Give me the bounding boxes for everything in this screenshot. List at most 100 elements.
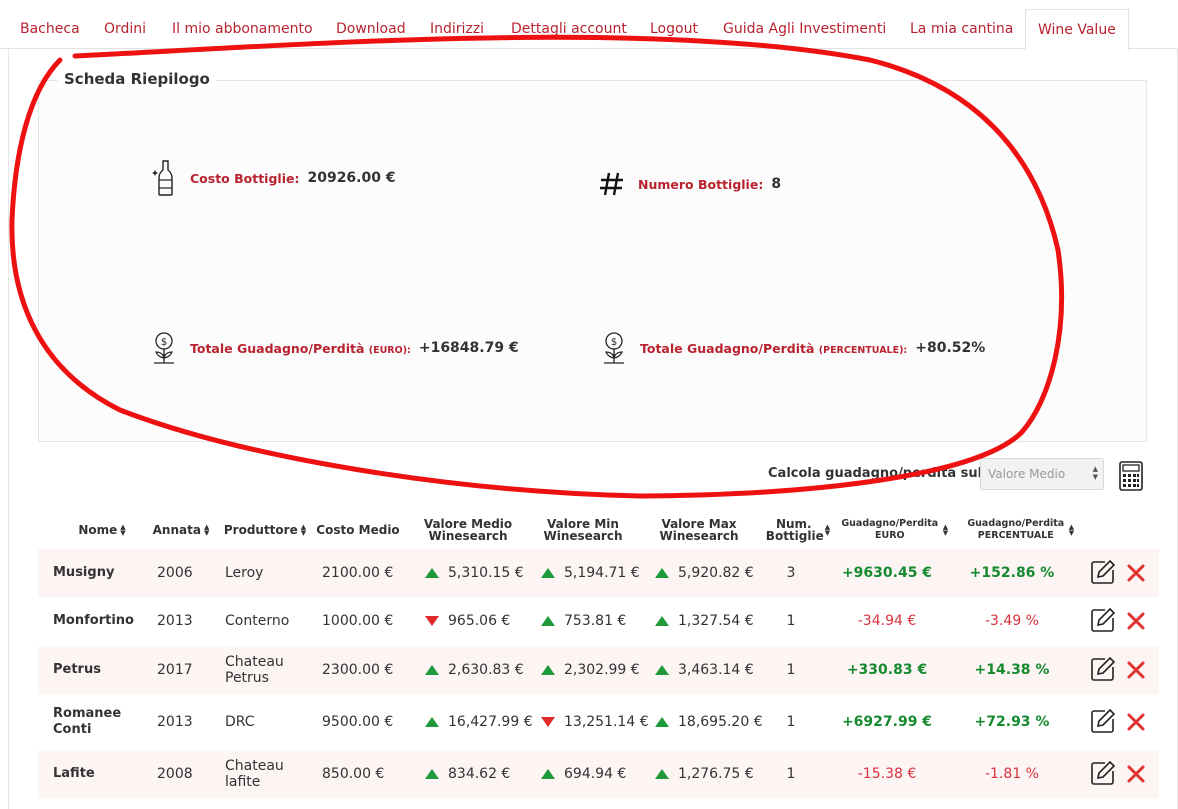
wine-bottle-icon: [150, 160, 178, 196]
wine-valore-max: 1,327.54 €: [655, 597, 754, 645]
tab-logout[interactable]: Logout: [650, 0, 698, 48]
sort-icon[interactable]: ▲ ▼: [943, 524, 948, 537]
wine-annata: 2006: [157, 565, 193, 581]
sort-icon[interactable]: ▲ ▼: [301, 524, 306, 537]
table-row: Musigny 2006 Leroy 2100.00 € 5,310.15 € 5,194…: [38, 549, 1159, 597]
hash-icon: [598, 166, 626, 202]
col-num-bottiglie[interactable]: Num. Bottiglie ▲ ▼: [760, 510, 836, 550]
edit-icon[interactable]: [1090, 656, 1116, 682]
delete-icon[interactable]: [1126, 611, 1146, 631]
delete-icon[interactable]: [1126, 764, 1146, 784]
wine-name: Petrus: [53, 662, 101, 677]
trend-down-icon: [425, 616, 439, 626]
numero-bottiglie-value: 8: [771, 176, 782, 192]
account-tabs: Bacheca Ordini Il mio abbonamento Downlo…: [0, 0, 1178, 51]
calc-label: Calcola guadagno/perdita sul: [768, 466, 983, 481]
wine-annata: 2013: [157, 613, 193, 629]
wine-name: Monfortino: [53, 613, 134, 628]
wine-name: Lafite: [53, 766, 95, 781]
summary-card: [38, 80, 1147, 442]
guadagno-euro-label: Totale Guadagno/Perdità (EURO):: [190, 340, 411, 356]
wine-valore-max: 18,695.20 €: [655, 698, 763, 746]
wine-produttore: Chateau lafite: [225, 758, 284, 790]
delete-icon[interactable]: [1126, 712, 1146, 732]
trend-up-icon: [425, 568, 439, 578]
tab-download[interactable]: Download: [336, 0, 406, 48]
wine-guadagno-percentuale: -3.49 %: [985, 613, 1039, 629]
wine-valore-min: 5,194.71 €: [541, 549, 640, 597]
tab-bacheca[interactable]: Bacheca: [20, 0, 80, 48]
guadagno-percentuale-unit: (PERCENTUALE):: [818, 344, 908, 356]
guadagno-percentuale-label: Totale Guadagno/Perdità (PERCENTUALE):: [640, 340, 908, 356]
edit-icon[interactable]: [1090, 708, 1116, 734]
trend-up-icon: [541, 616, 555, 626]
wine-valore-min: 694.94 €: [541, 750, 626, 798]
calculator-icon[interactable]: [1118, 460, 1144, 492]
tab-wine-value[interactable]: Wine Value: [1025, 9, 1129, 51]
trend-up-icon: [655, 769, 669, 779]
wine-num-bottiglie: 1: [786, 613, 796, 629]
costo-bottiglie-label: Costo Bottiglie:: [190, 170, 300, 186]
col-nome[interactable]: Nome ▲ ▼: [62, 510, 142, 550]
sort-icon[interactable]: ▲ ▼: [204, 524, 209, 537]
col-annata[interactable]: Annata ▲ ▼: [146, 510, 216, 550]
sort-icon[interactable]: ▲ ▼: [1069, 524, 1074, 537]
wine-guadagno-percentuale: -1.81 %: [985, 766, 1039, 782]
wine-valore-max: 1,276.75 €: [655, 750, 754, 798]
trend-up-icon: [541, 665, 555, 675]
wine-produttore: Chateau Petrus: [225, 654, 284, 686]
trend-up-icon: [655, 665, 669, 675]
wine-costo-medio: 2300.00 €: [322, 662, 394, 678]
wine-num-bottiglie: 3: [786, 565, 796, 581]
guadagno-euro-unit: (EURO):: [368, 344, 411, 356]
col-guadagno-euro[interactable]: Guadagno/Perdita EURO ▲ ▼: [836, 510, 952, 550]
tab-abbonamento[interactable]: Il mio abbonamento: [172, 0, 313, 48]
wine-guadagno-euro: +330.83 €: [846, 662, 928, 678]
tab-indirizzi[interactable]: Indirizzi: [430, 0, 484, 48]
wine-valore-max: 5,920.82 €: [655, 549, 754, 597]
wine-costo-medio: 9500.00 €: [322, 714, 394, 730]
col-guadagno-percentuale[interactable]: Guadagno/Perdita PERCENTUALE ▲ ▼: [960, 510, 1080, 550]
delete-icon[interactable]: [1126, 660, 1146, 680]
calc-basis-selected: Valore Medio: [988, 467, 1066, 481]
summary-title: Scheda Riepilogo: [58, 70, 216, 88]
tab-mia-cantina[interactable]: La mia cantina: [910, 0, 1013, 48]
col-valore-medio: Valore Medio Winesearch: [423, 517, 513, 543]
tab-ordini[interactable]: Ordini: [104, 0, 146, 48]
wine-guadagno-percentuale: +72.93 %: [974, 714, 1050, 730]
trend-up-icon: [425, 769, 439, 779]
wine-produttore: Conterno: [225, 613, 290, 629]
trend-up-icon: [425, 717, 439, 727]
wine-valore-min: 13,251.14 €: [541, 698, 649, 746]
wine-produttore: DRC: [225, 714, 255, 730]
wine-valore-min: 2,302.99 €: [541, 646, 640, 694]
sort-icon[interactable]: ▲ ▼: [825, 524, 830, 537]
edit-icon[interactable]: [1090, 607, 1116, 633]
col-valore-min: Valore Min Winesearch: [543, 517, 623, 543]
trend-up-icon: [541, 769, 555, 779]
table-row: Monfortino 2013 Conterno 1000.00 € 965.06 € 7…: [38, 597, 1159, 645]
sort-icon[interactable]: ▲ ▼: [120, 524, 125, 537]
svg-text:$: $: [161, 337, 167, 348]
wine-num-bottiglie: 1: [786, 714, 796, 730]
wine-costo-medio: 1000.00 €: [322, 613, 394, 629]
svg-text:$: $: [611, 337, 617, 348]
edit-icon[interactable]: [1090, 760, 1116, 786]
tab-guida-investimenti[interactable]: Guida Agli Investimenti: [723, 0, 886, 48]
stat-numero-bottiglie: Numero Bottiglie: 8: [598, 166, 781, 202]
wine-valore-medio: 2,630.83 €: [425, 646, 524, 694]
tab-dettagli-account[interactable]: Dettagli account: [511, 0, 627, 48]
wine-valore-medio: 5,310.15 €: [425, 549, 524, 597]
trend-up-icon: [655, 616, 669, 626]
wine-annata: 2008: [157, 766, 193, 782]
col-produttore[interactable]: Produttore ▲ ▼: [220, 510, 310, 550]
calc-basis-select[interactable]: Valore Medio ▲ ▼: [980, 458, 1104, 490]
table-row: Petrus 2017 Chateau Petrus 2300.00 € 2,630.8…: [38, 646, 1159, 694]
trend-down-icon: [541, 717, 555, 727]
table-header: Nome ▲ ▼ Annata ▲ ▼ Produttore ▲ ▼ Costo Medio…: [38, 510, 1159, 550]
edit-icon[interactable]: [1090, 559, 1116, 585]
wine-guadagno-euro: -34.94 €: [857, 613, 917, 629]
wine-guadagno-euro: -15.38 €: [857, 766, 917, 782]
wine-valore-medio: 965.06 €: [425, 597, 510, 645]
delete-icon[interactable]: [1126, 563, 1146, 583]
